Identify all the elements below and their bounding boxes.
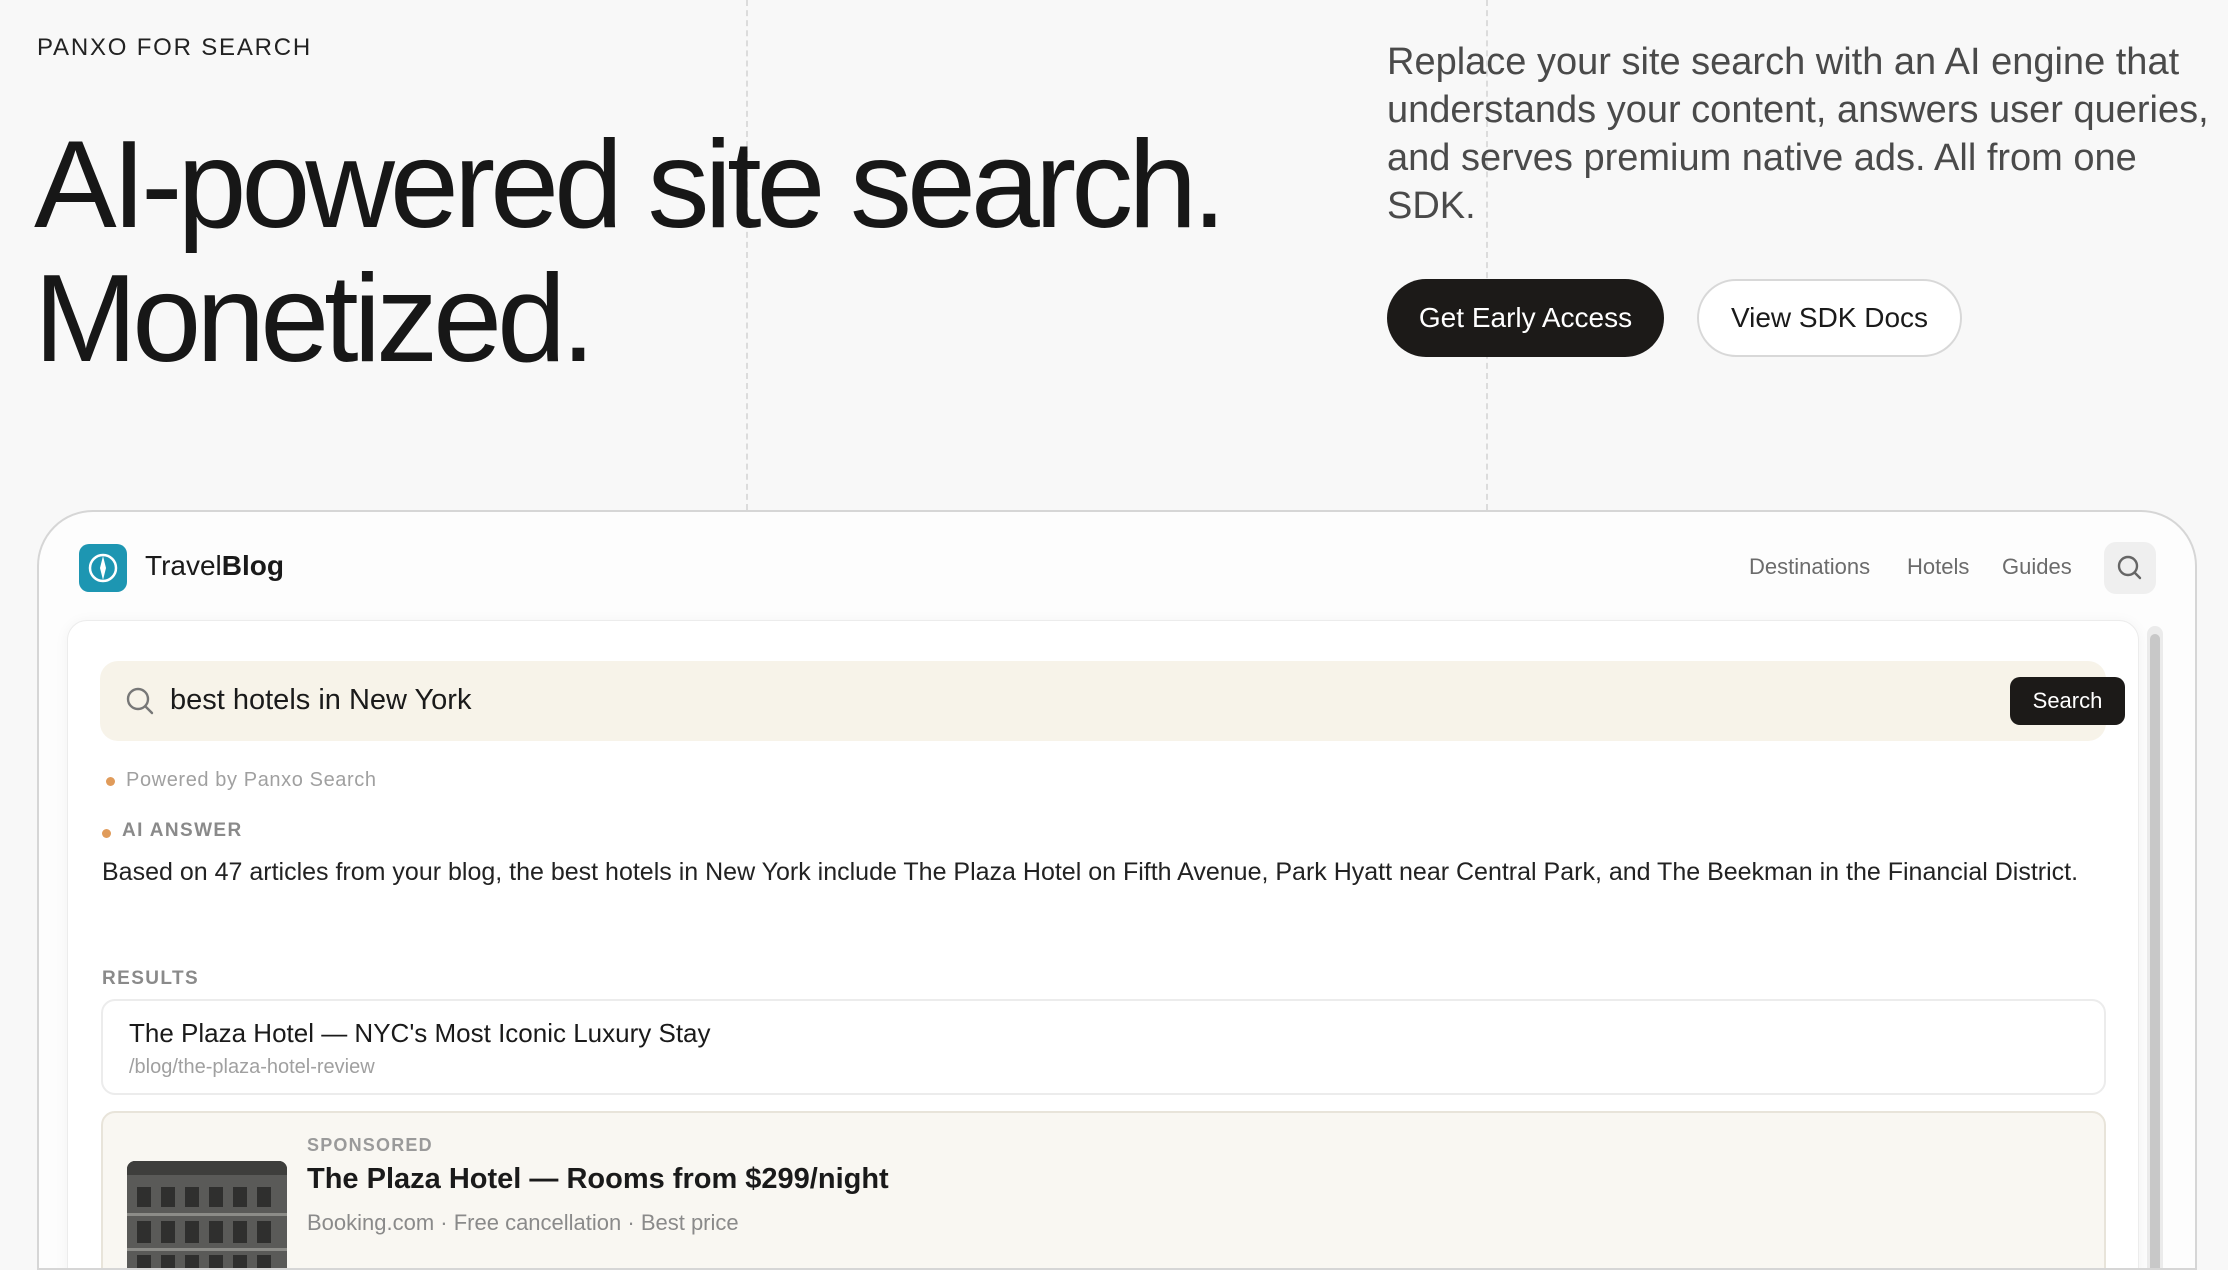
hero-subcopy: Replace your site search with an AI engi… [1387,41,2209,227]
search-icon [126,687,154,715]
result-url: /blog/the-plaza-hotel-review [129,1056,375,1078]
search-bar: Search [100,661,2125,741]
powered-by-label: Powered by Panxo Search [126,769,377,791]
sponsored-title: The Plaza Hotel — Rooms from $299/night [307,1163,889,1195]
brand-bold: Blog [221,550,284,581]
ai-answer-dot [102,829,111,838]
results-label: RESULTS [102,968,200,989]
search-input[interactable] [170,677,1870,723]
demo-browser-frame: TravelBlog Destinations Hotels Guides Se… [37,510,2197,1270]
results-scrollbar[interactable] [2147,626,2163,1268]
compass-logo-icon[interactable] [79,544,127,592]
nav-link-destinations[interactable]: Destinations [1749,554,1870,580]
view-sdk-docs-button[interactable]: View SDK Docs [1697,279,1962,357]
powered-by-dot [106,777,115,786]
headline-line-1: AI-powered site search. [34,116,1227,254]
brand-regular: Travel [145,550,222,581]
hotel-thumbnail-image [127,1161,287,1268]
ai-answer-text: Based on 47 articles from your blog, the… [102,858,2079,886]
result-title: The Plaza Hotel — NYC's Most Iconic Luxu… [129,1018,711,1048]
sponsored-meta: Booking.com · Free cancellation · Best p… [307,1210,739,1235]
nav-search-button[interactable] [2104,542,2156,594]
eyebrow-label: PANXO FOR SEARCH [37,34,313,61]
sponsored-label: SPONSORED [307,1135,433,1155]
search-icon [2117,555,2142,580]
hero-headline: AI-powered site search. Monetized. [34,116,1227,388]
nav-link-hotels[interactable]: Hotels [1907,554,1969,580]
result-item[interactable]: The Plaza Hotel — NYC's Most Iconic Luxu… [101,999,2106,1095]
search-results-panel: Search Powered by Panxo Search AI ANSWER… [67,620,2139,1268]
headline-line-2: Monetized. [34,250,596,388]
scrollbar-thumb[interactable] [2150,634,2160,1268]
ai-answer-label: AI ANSWER [122,820,243,841]
demo-site-nav: TravelBlog Destinations Hotels Guides [39,512,2195,620]
sponsored-result[interactable]: SPONSORED The Plaza Hotel — Rooms from $… [101,1111,2106,1268]
site-brand[interactable]: TravelBlog [145,550,284,582]
search-submit-button[interactable]: Search [2010,677,2125,725]
nav-link-guides[interactable]: Guides [2002,554,2072,580]
get-early-access-button[interactable]: Get Early Access [1387,279,1664,357]
